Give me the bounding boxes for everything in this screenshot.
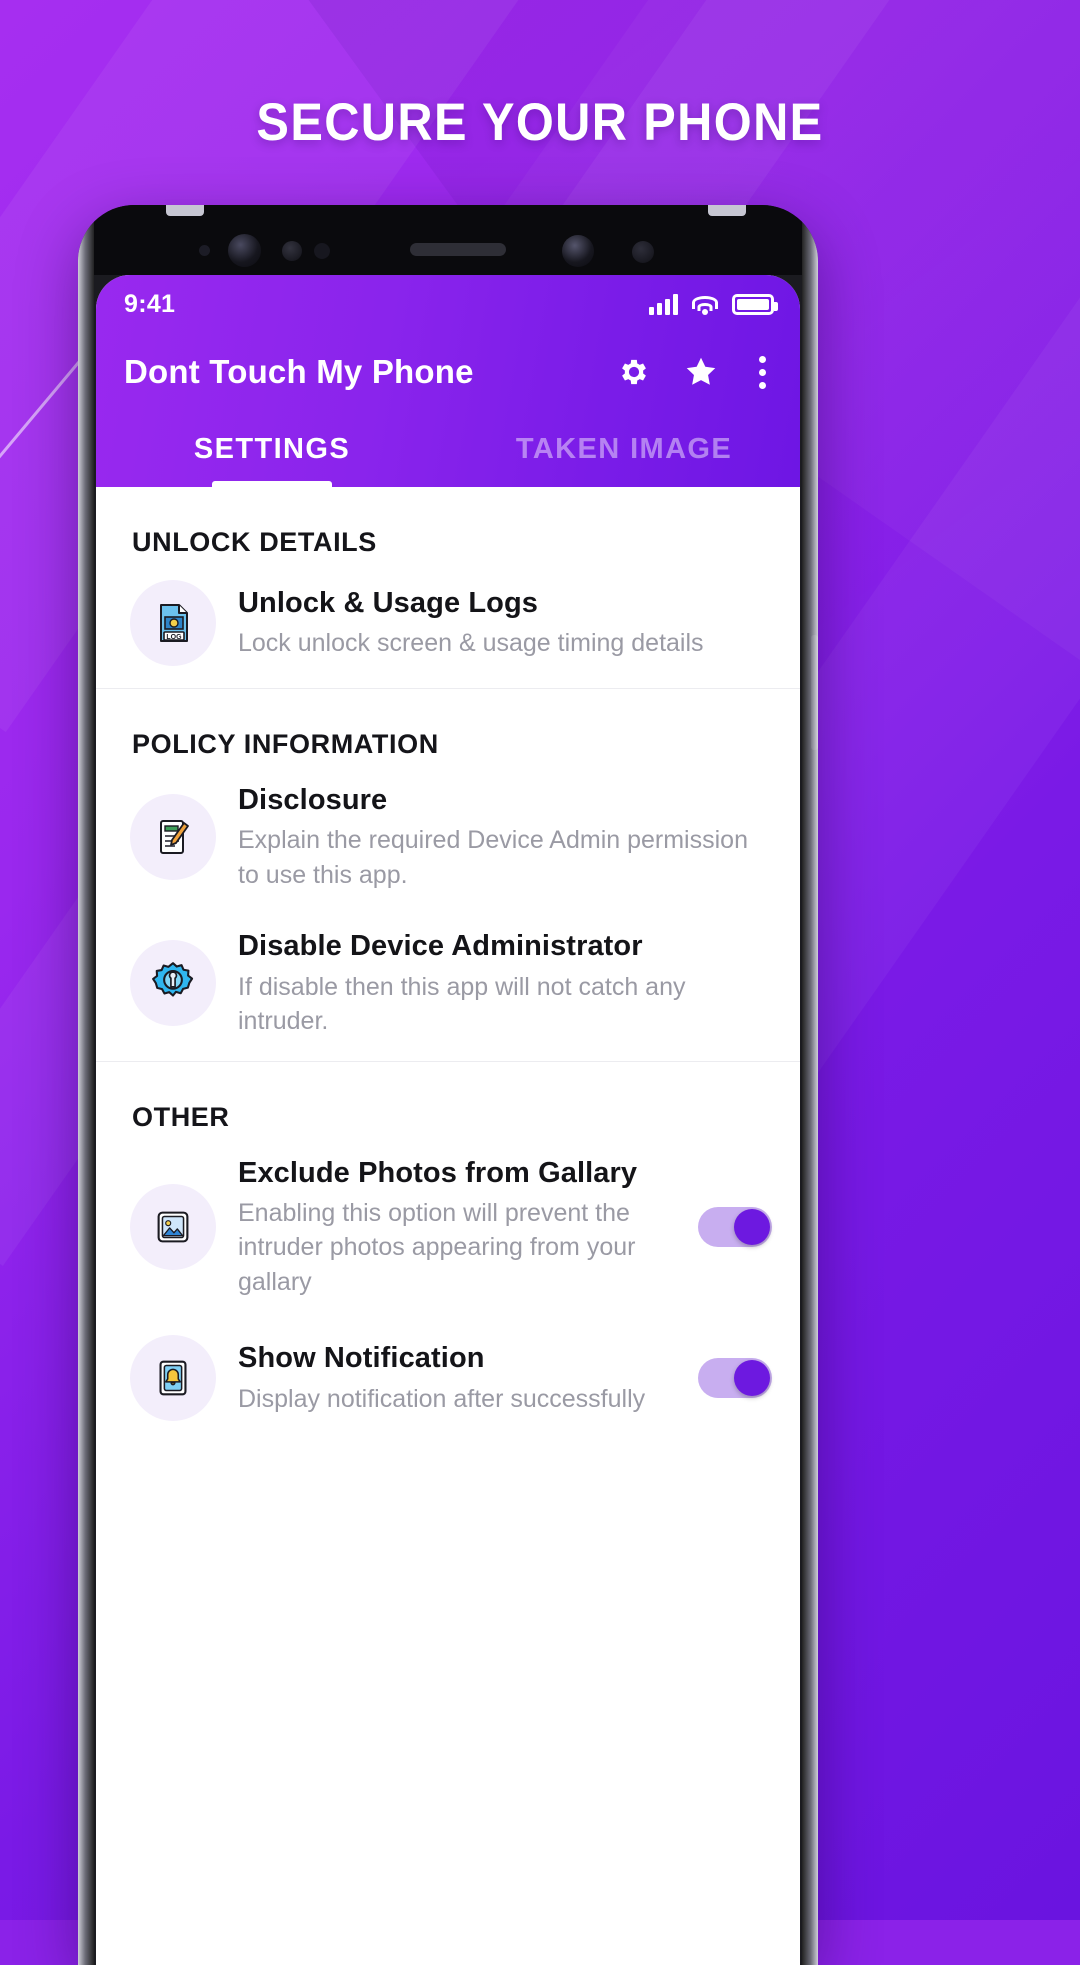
tab-taken-image[interactable]: TAKEN IMAGE: [448, 411, 800, 487]
list-item-title: Disable Device Administrator: [238, 930, 643, 963]
list-item[interactable]: Exclude Photos from Gallary Enabling thi…: [96, 1141, 800, 1322]
sensor-icon: [282, 241, 302, 261]
list-item-title: Show Notification: [238, 1342, 485, 1375]
app-bar: 9:41 Dont Touch My Phone SETTINGS TAKEN …: [96, 275, 800, 487]
phone-antenna-band: [708, 205, 746, 216]
status-bar-icons: [649, 293, 778, 315]
phone-antenna-band: [166, 205, 204, 216]
list-item-subtitle: Display notification after successfully: [238, 1384, 646, 1413]
earpiece-speaker: [410, 243, 506, 256]
promo-headline: SECURE YOUR PHONE: [256, 93, 824, 152]
list-item-text: Show Notification Display notification a…: [238, 1340, 670, 1416]
settings-list: UNLOCK DETAILS LOG Unlock & Usage Logs L…: [96, 487, 800, 1444]
gear-icon[interactable]: [617, 355, 651, 389]
front-camera-icon: [228, 234, 261, 267]
section-title: UNLOCK DETAILS: [132, 527, 377, 557]
tab-settings[interactable]: SETTINGS: [96, 411, 448, 487]
gear-wrench-icon: [130, 940, 216, 1027]
phone-right-edge: [802, 205, 818, 1965]
document-pencil-icon: [130, 794, 216, 881]
toggle-show-notification[interactable]: [698, 1358, 772, 1399]
phone-mockup: 9:41 Dont Touch My Phone SETTINGS TAKEN …: [78, 205, 818, 1965]
section-other: OTHER Exclude Photos from Gallary Enabli…: [96, 1062, 800, 1444]
section-policy-information: POLICY INFORMATION Disclosure Explain th…: [96, 689, 800, 1062]
sensor-icon: [632, 241, 654, 263]
section-unlock-details: UNLOCK DETAILS LOG Unlock & Usage Logs L…: [96, 487, 800, 689]
signal-bars-icon: [649, 293, 678, 315]
list-item[interactable]: LOG Unlock & Usage Logs Lock unlock scre…: [96, 566, 800, 688]
list-item-text: Disable Device Administrator If disable …: [238, 928, 772, 1038]
list-item-subtitle: Lock unlock screen & usage timing detail…: [238, 629, 704, 658]
phone-side-button: [811, 635, 818, 750]
list-item[interactable]: Disclosure Explain the required Device A…: [96, 768, 800, 914]
phone-screen: 9:41 Dont Touch My Phone SETTINGS TAKEN …: [96, 275, 800, 1965]
phone-left-edge: [78, 205, 94, 1965]
list-item-subtitle: Explain the required Device Admin permis…: [238, 826, 748, 889]
section-title: OTHER: [132, 1101, 230, 1132]
tab-bar: SETTINGS TAKEN IMAGE: [96, 411, 800, 487]
list-item[interactable]: Disable Device Administrator If disable …: [96, 914, 800, 1060]
list-item-title: Disclosure: [238, 784, 388, 816]
list-item-text: Unlock & Usage Logs Lock unlock screen &…: [238, 585, 772, 661]
toggle-exclude-photos[interactable]: [698, 1206, 772, 1247]
star-icon[interactable]: [683, 354, 719, 390]
notification-bell-icon: [130, 1335, 216, 1422]
app-title-bar: Dont Touch My Phone: [96, 333, 800, 411]
wifi-icon: [691, 294, 719, 315]
sensor-dot-icon: [199, 245, 210, 256]
app-bar-actions: [617, 352, 774, 393]
svg-text:LOG: LOG: [166, 634, 182, 641]
photo-image-icon: [130, 1183, 216, 1270]
front-camera-secondary-icon: [562, 235, 594, 267]
status-bar: 9:41: [96, 275, 800, 333]
section-title: POLICY INFORMATION: [132, 729, 439, 759]
overflow-menu-icon[interactable]: [751, 352, 774, 393]
list-item-title: Unlock & Usage Logs: [238, 587, 539, 620]
list-item-subtitle: Enabling this option will prevent the in…: [238, 1198, 636, 1296]
app-title: Dont Touch My Phone: [124, 353, 474, 390]
list-item-text: Disclosure Explain the required Device A…: [238, 782, 772, 892]
list-item-text: Exclude Photos from Gallary Enabling thi…: [238, 1155, 670, 1300]
list-item[interactable]: Show Notification Display notification a…: [96, 1321, 800, 1443]
list-item-title: Exclude Photos from Gallary: [238, 1156, 638, 1189]
battery-icon: [732, 293, 778, 315]
list-item-subtitle: If disable then this app will not catch …: [238, 972, 686, 1036]
status-bar-clock: 9:41: [124, 289, 176, 318]
log-document-icon: LOG: [130, 580, 216, 666]
sensor-icon: [314, 243, 330, 259]
